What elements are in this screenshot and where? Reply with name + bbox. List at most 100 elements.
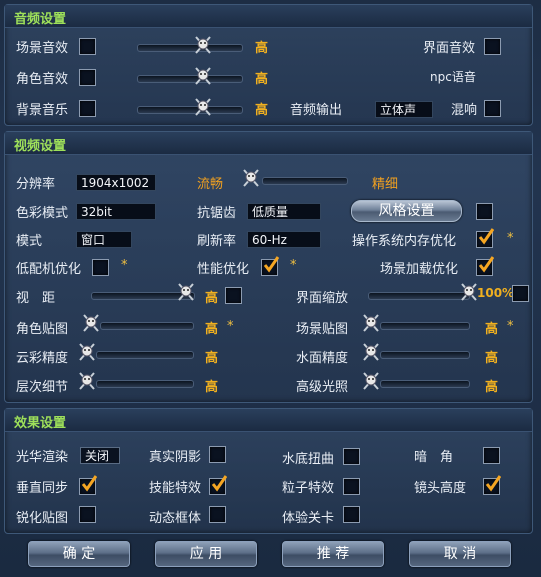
quality-slider[interactable] <box>262 177 348 185</box>
quality-high-label: 精细 <box>372 177 399 192</box>
style-settings-checkbox[interactable] <box>476 203 493 220</box>
underwater-checkbox[interactable] <box>343 448 360 465</box>
perf-opt-star: * <box>290 258 297 273</box>
lod-level: 高 <box>205 380 219 395</box>
os-mem-checkbox[interactable] <box>476 228 494 248</box>
lod-slider[interactable] <box>96 380 194 388</box>
ui-scale-slider[interactable] <box>368 292 470 300</box>
role-sound-label: 角色音效 <box>16 72 69 87</box>
low-opt-checkbox[interactable] <box>92 259 109 276</box>
bgm-checkbox[interactable] <box>79 100 96 117</box>
lod-slider-knob[interactable] <box>76 371 98 391</box>
scene-sound-slider-knob[interactable] <box>192 35 214 55</box>
resolution-select[interactable]: 1904x1002 <box>76 174 156 191</box>
scene-tex-slider[interactable] <box>380 322 470 330</box>
mode-select[interactable]: 窗口 <box>76 231 132 248</box>
ui-scale-value: 100% <box>477 286 515 300</box>
audio-output-select[interactable]: 立体声 <box>375 101 433 118</box>
ui-sound-label: 界面音效 <box>423 41 476 56</box>
perf-opt-checkbox[interactable] <box>261 256 279 276</box>
reverb-checkbox[interactable] <box>484 100 501 117</box>
sharpen-checkbox[interactable] <box>79 506 96 523</box>
os-mem-star: * <box>507 231 514 246</box>
particle-label: 粒子特效 <box>282 481 335 496</box>
npc-voice-label: npc语音 <box>430 70 476 84</box>
light-slider[interactable] <box>380 380 470 388</box>
bloom-label: 光华渲染 <box>16 450 69 465</box>
sharpen-label: 锐化贴图 <box>16 511 69 526</box>
shadow-checkbox[interactable] <box>209 446 226 463</box>
scene-load-checkbox[interactable] <box>476 256 494 276</box>
vignette-label: 暗 角 <box>414 450 454 465</box>
os-mem-label: 操作系统内存优化 <box>352 234 457 249</box>
low-opt-label: 低配机优化 <box>16 262 82 277</box>
cloud-slider-knob[interactable] <box>76 342 98 362</box>
camera-height-check-icon <box>485 475 501 492</box>
role-sound-slider-knob[interactable] <box>192 66 214 86</box>
water-label: 水面精度 <box>296 351 349 366</box>
motion-frame-checkbox[interactable] <box>209 506 226 523</box>
quality-slider-knob[interactable] <box>240 168 262 188</box>
bgm-slider-knob[interactable] <box>192 97 214 117</box>
ok-button[interactable]: 确 定 <box>28 541 130 567</box>
antialias-label: 抗锯齿 <box>197 206 237 221</box>
role-tex-slider-knob[interactable] <box>80 313 102 333</box>
role-sound-level: 高 <box>255 72 269 87</box>
refresh-label: 刷新率 <box>197 234 237 249</box>
water-slider-knob[interactable] <box>360 342 382 362</box>
cloud-slider[interactable] <box>96 351 194 359</box>
cloud-level: 高 <box>205 351 219 366</box>
bgm-label: 背景音乐 <box>16 103 69 118</box>
water-slider[interactable] <box>380 351 470 359</box>
mode-label: 模式 <box>16 234 43 249</box>
scene-load-label: 场景加载优化 <box>380 262 459 277</box>
view-distance-slider-knob[interactable] <box>175 282 197 302</box>
scene-sound-slider[interactable] <box>137 44 243 52</box>
ui-scale-label: 界面缩放 <box>296 291 349 306</box>
scene-tex-level: 高 <box>485 322 499 337</box>
vsync-checkbox[interactable] <box>79 475 97 495</box>
view-distance-checkbox[interactable] <box>225 287 242 304</box>
dungeon-checkbox[interactable] <box>343 506 360 523</box>
view-distance-level: 高 <box>205 291 219 306</box>
motion-frame-label: 动态框体 <box>149 511 202 526</box>
audio-output-label: 音频输出 <box>290 103 343 118</box>
recommend-button[interactable]: 推 荐 <box>282 541 384 567</box>
refresh-select[interactable]: 60-Hz <box>247 231 321 248</box>
light-slider-knob[interactable] <box>360 371 382 391</box>
apply-button[interactable]: 应 用 <box>155 541 257 567</box>
cloud-label: 云彩精度 <box>16 351 69 366</box>
scene-tex-star: * <box>507 319 514 334</box>
cancel-button[interactable]: 取 消 <box>409 541 511 567</box>
video-section-title: 视频设置 <box>14 139 67 154</box>
vignette-checkbox[interactable] <box>483 447 500 464</box>
skill-effect-checkbox[interactable] <box>209 475 227 495</box>
quality-low-label: 流畅 <box>197 177 224 192</box>
scene-tex-slider-knob[interactable] <box>360 313 382 333</box>
vsync-label: 垂直同步 <box>16 481 69 496</box>
style-settings-button[interactable]: 风格设置 <box>351 200 462 222</box>
audio-section-title: 音频设置 <box>14 12 67 27</box>
water-level: 高 <box>485 351 499 366</box>
perf-opt-check-icon <box>263 256 279 273</box>
bgm-level: 高 <box>255 103 269 118</box>
role-sound-checkbox[interactable] <box>79 69 96 86</box>
scene-sound-label: 场景音效 <box>16 41 69 56</box>
scene-load-check-icon <box>478 256 494 273</box>
bloom-select[interactable]: 关闭 <box>80 447 120 464</box>
scene-sound-checkbox[interactable] <box>79 38 96 55</box>
role-sound-slider[interactable] <box>137 75 243 83</box>
reverb-label: 混响 <box>451 103 478 118</box>
color-mode-select[interactable]: 32bit <box>76 203 156 220</box>
bgm-slider[interactable] <box>137 106 243 114</box>
camera-height-checkbox[interactable] <box>483 475 501 495</box>
particle-checkbox[interactable] <box>343 478 360 495</box>
ui-scale-checkbox[interactable] <box>512 285 529 302</box>
role-tex-slider[interactable] <box>100 322 194 330</box>
antialias-select[interactable]: 低质量 <box>247 203 321 220</box>
scene-sound-level: 高 <box>255 41 269 56</box>
scene-tex-label: 场景贴图 <box>296 322 349 337</box>
underwater-label: 水底扭曲 <box>282 452 335 467</box>
ui-sound-checkbox[interactable] <box>484 38 501 55</box>
shadow-label: 真实阴影 <box>149 450 202 465</box>
